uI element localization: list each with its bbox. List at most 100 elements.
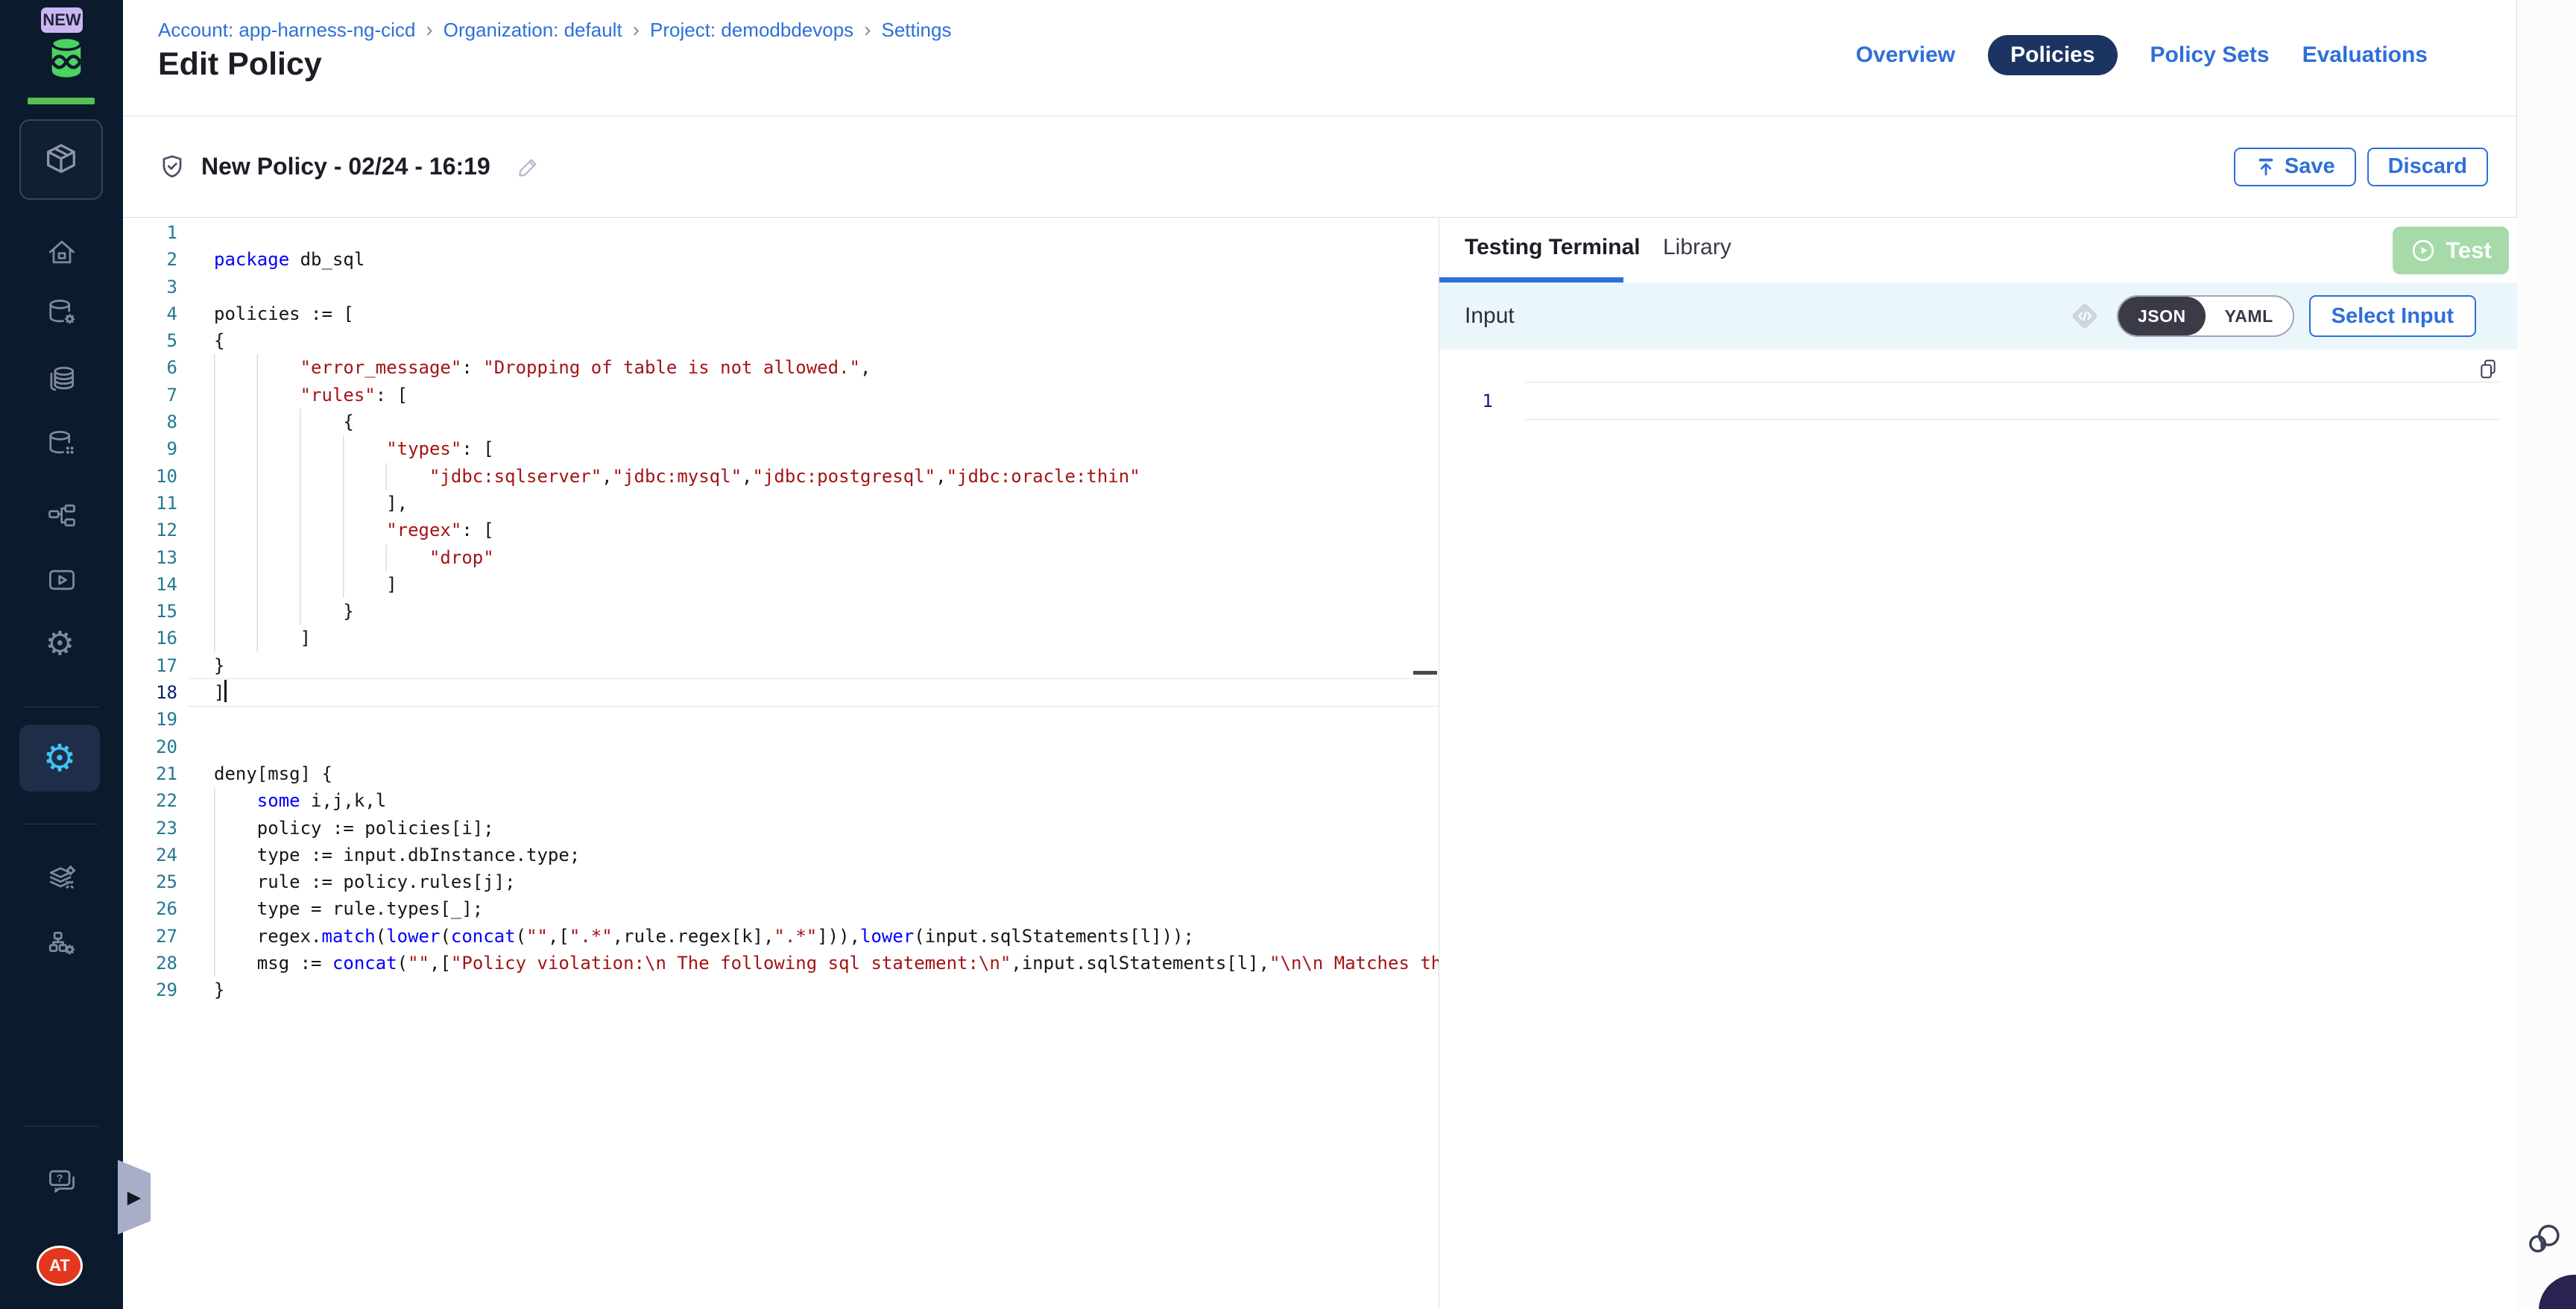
input-line-1[interactable]: 1 xyxy=(1439,382,2517,419)
code-line-11[interactable]: 11 ], xyxy=(123,490,1439,517)
sidebar-item-help[interactable]: ? xyxy=(0,1165,123,1198)
code-line-12[interactable]: 12 "regex": [ xyxy=(123,517,1439,543)
code-line-3[interactable]: 3 xyxy=(123,274,1439,300)
discard-button[interactable]: Discard xyxy=(2367,148,2488,186)
policy-code-editor[interactable]: 12package db_sql34policies := [5{6 "erro… xyxy=(123,218,1439,1309)
page-title: Edit Policy xyxy=(158,46,322,83)
format-toggle: JSONYAML xyxy=(2117,295,2294,337)
code-diamond-icon[interactable] xyxy=(2068,299,2102,333)
sidebar-item-layers-settings[interactable] xyxy=(0,862,123,895)
line-number: 29 xyxy=(123,977,177,1003)
code-line-6[interactable]: 6 "error_message": "Dropping of table is… xyxy=(123,354,1439,381)
line-content: ] xyxy=(214,679,227,706)
input-editor[interactable]: 1 xyxy=(1439,350,2517,1309)
module-cube-icon xyxy=(42,140,80,179)
code-line-18[interactable]: 18] xyxy=(123,679,1439,706)
select-input-button[interactable]: Select Input xyxy=(2309,295,2476,337)
code-line-20[interactable]: 20 xyxy=(123,734,1439,760)
line-content: } xyxy=(214,598,354,625)
test-button[interactable]: Test xyxy=(2393,227,2509,274)
code-line-8[interactable]: 8 { xyxy=(123,409,1439,435)
line-number: 27 xyxy=(123,923,177,950)
policy-header-bar: New Policy - 02/24 - 16:19 Save Discard xyxy=(123,116,2517,218)
sidebar-item-database-stack[interactable] xyxy=(0,363,123,396)
sidebar-item-database-instances[interactable] xyxy=(0,427,123,460)
code-line-5[interactable]: 5{ xyxy=(123,327,1439,354)
harness-dbops-logo-icon[interactable] xyxy=(42,33,91,92)
code-line-9[interactable]: 9 "types": [ xyxy=(123,435,1439,462)
sidebar-item-home[interactable] xyxy=(0,236,123,269)
code-line-7[interactable]: 7 "rules": [ xyxy=(123,382,1439,409)
line-number: 8 xyxy=(123,409,177,435)
sidebar-item-project-settings-active[interactable]: ⚙ xyxy=(19,725,100,792)
format-option-json[interactable]: JSON xyxy=(2118,297,2206,335)
panel-tab-testing-terminal[interactable]: Testing Terminal xyxy=(1465,218,1641,277)
line-number: 3 xyxy=(123,274,177,300)
sidebar-item-pipeline-hierarchy[interactable] xyxy=(0,499,123,532)
code-line-17[interactable]: 17} xyxy=(123,652,1439,679)
code-line-29[interactable]: 29} xyxy=(123,977,1439,1003)
user-avatar[interactable]: AT xyxy=(37,1246,83,1286)
chat-bubbles-icon[interactable] xyxy=(2524,1219,2566,1261)
code-line-24[interactable]: 24 type := input.dbInstance.type; xyxy=(123,842,1439,868)
code-line-14[interactable]: 14 ] xyxy=(123,571,1439,598)
code-line-4[interactable]: 4policies := [ xyxy=(123,300,1439,327)
line-number: 20 xyxy=(123,734,177,760)
line-number: 12 xyxy=(123,517,177,543)
line-number: 1 xyxy=(1439,391,1493,411)
line-number: 21 xyxy=(123,760,177,787)
code-line-26[interactable]: 26 type = rule.types[_]; xyxy=(123,895,1439,922)
format-option-yaml[interactable]: YAML xyxy=(2206,297,2293,335)
code-line-21[interactable]: 21deny[msg] { xyxy=(123,760,1439,787)
line-content: rule := policy.rules[j]; xyxy=(214,868,516,895)
breadcrumb-chevron-icon: › xyxy=(426,18,432,42)
line-number: 11 xyxy=(123,490,177,517)
line-number: 5 xyxy=(123,327,177,354)
code-line-16[interactable]: 16 ] xyxy=(123,625,1439,652)
breadcrumb-link[interactable]: Organization: default xyxy=(443,19,622,42)
save-label: Save xyxy=(2285,154,2335,179)
line-content: some i,j,k,l xyxy=(214,787,386,814)
code-line-2[interactable]: 2package db_sql xyxy=(123,246,1439,273)
breadcrumb-link[interactable]: Account: app-harness-ng-cicd xyxy=(158,19,415,42)
database-settings-icon xyxy=(45,296,78,329)
code-line-10[interactable]: 10 "jdbc:sqlserver","jdbc:mysql","jdbc:p… xyxy=(123,463,1439,490)
module-picker-button[interactable] xyxy=(19,119,103,200)
edit-pencil-icon[interactable] xyxy=(516,154,541,180)
code-line-13[interactable]: 13 "drop" xyxy=(123,544,1439,571)
line-content: type = rule.types[_]; xyxy=(214,895,483,922)
tab-overview[interactable]: Overview xyxy=(1856,42,1955,68)
policy-shield-check-icon xyxy=(158,153,186,181)
line-content: "types": [ xyxy=(214,435,494,462)
code-line-28[interactable]: 28 msg := concat("",["Policy violation:\… xyxy=(123,950,1439,977)
tab-policies[interactable]: Policies xyxy=(1988,35,2117,75)
line-number: 1 xyxy=(123,219,177,246)
code-line-22[interactable]: 22 some i,j,k,l xyxy=(123,787,1439,814)
breadcrumb-chevron-icon: › xyxy=(633,18,640,42)
line-number: 28 xyxy=(123,950,177,977)
line-number: 16 xyxy=(123,625,177,652)
code-line-19[interactable]: 19 xyxy=(123,706,1439,733)
code-line-1[interactable]: 1 xyxy=(123,219,1439,246)
line-content: type := input.dbInstance.type; xyxy=(214,842,580,868)
sidebar-item-org-structure-settings[interactable] xyxy=(0,927,123,959)
sidebar-item-database-settings[interactable] xyxy=(0,296,123,329)
tab-evaluations[interactable]: Evaluations xyxy=(2302,42,2428,68)
breadcrumb-link[interactable]: Project: demodbdevops xyxy=(650,19,853,42)
line-content: regex.match(lower(concat("",[".*",rule.r… xyxy=(214,923,1194,950)
code-line-27[interactable]: 27 regex.match(lower(concat("",[".*",rul… xyxy=(123,923,1439,950)
line-content: "regex": [ xyxy=(214,517,494,543)
sidebar-item-executions[interactable] xyxy=(0,564,123,596)
code-line-25[interactable]: 25 rule := policy.rules[j]; xyxy=(123,868,1439,895)
sidebar-item-gear[interactable]: ⚙ xyxy=(0,628,123,660)
save-button[interactable]: Save xyxy=(2234,148,2356,186)
panel-tab-library[interactable]: Library xyxy=(1663,218,1731,277)
code-line-23[interactable]: 23 policy := policies[i]; xyxy=(123,815,1439,842)
breadcrumb-link[interactable]: Settings xyxy=(882,19,952,42)
tab-policy-sets[interactable]: Policy Sets xyxy=(2150,42,2270,68)
input-line-field[interactable] xyxy=(1525,382,2500,420)
code-line-15[interactable]: 15 } xyxy=(123,598,1439,625)
copy-icon[interactable] xyxy=(2476,357,2500,381)
chat-fab[interactable] xyxy=(2539,1275,2576,1309)
pipeline-hierarchy-icon xyxy=(45,499,78,532)
